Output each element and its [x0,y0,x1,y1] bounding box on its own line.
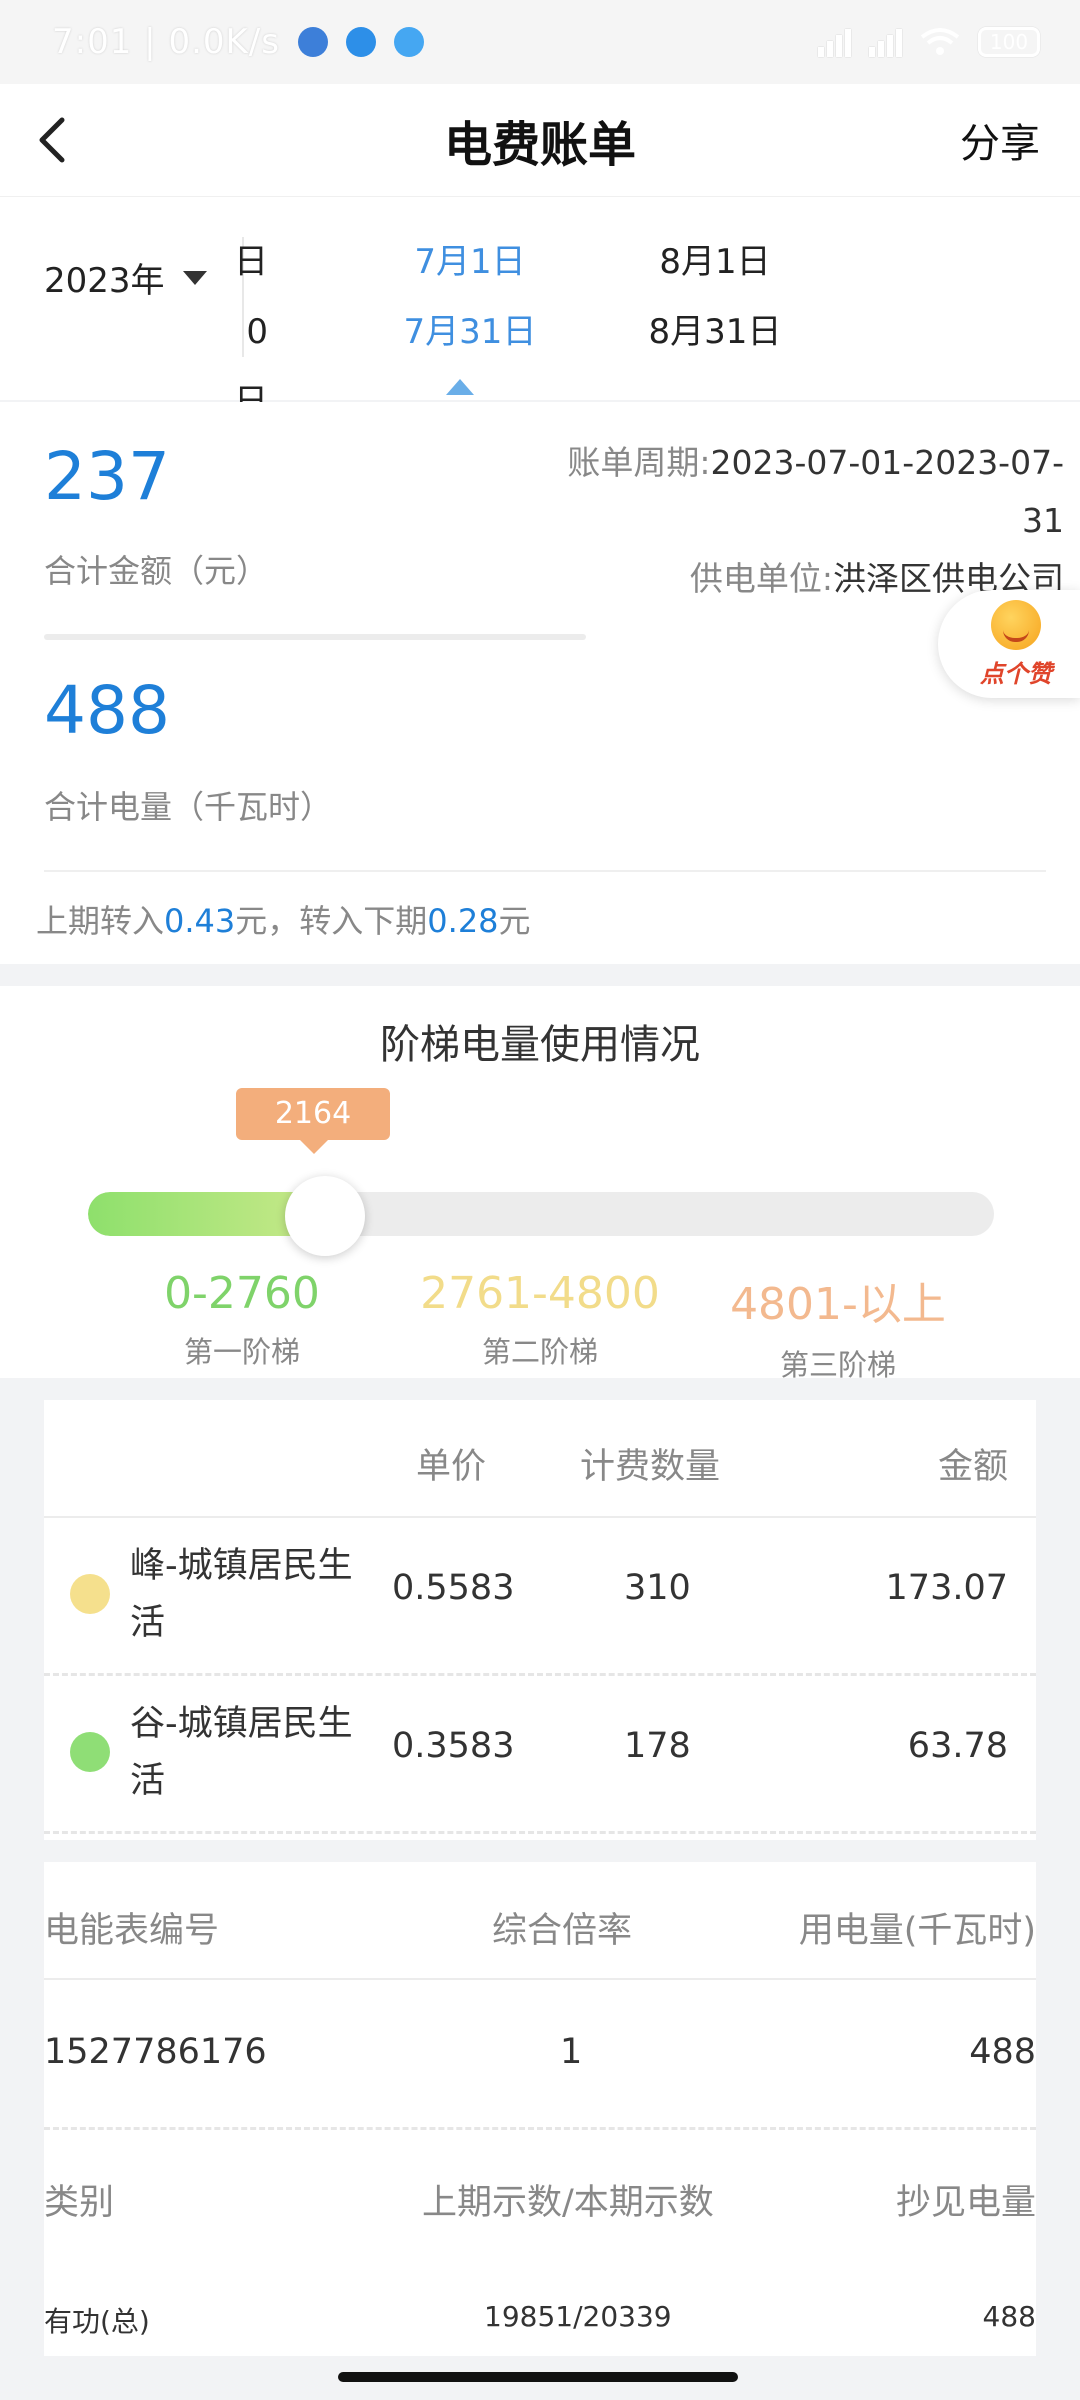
page-title: 电费账单 [443,117,636,173]
price-header: 单价 [416,1447,487,1487]
home-indicator[interactable] [338,2372,738,2382]
valley-dot-icon [70,1732,110,1772]
rate-price: 0.3583 [392,1726,515,1766]
rate-qty: 310 [624,1568,691,1608]
reading-header: 类别 上期示数/本期示数 抄见电量 [44,2130,1036,2254]
tier-usage-section: 阶梯电量使用情况 2164 0-2760 第一阶梯 2761-4800 第二阶梯… [0,986,1080,1382]
tier-2: 2761-4800 第二阶梯 [390,1268,690,1371]
dropdown-arrow-icon [182,270,207,285]
selected-indicator-icon [446,379,474,395]
app-header: 电费账单 分享 [0,84,1080,196]
rates-header: 单价 计费数量 金额 [44,1400,1036,1518]
table-row: 有功(总) 19851/20339 488 [44,2254,1036,2354]
reading: 19851/20339 [484,2300,672,2333]
tier-2-name: 第二阶梯 [481,1335,598,1369]
total-energy: 488 [44,672,170,749]
qty-header: 计费数量 [580,1447,721,1487]
total-amount: 237 [44,438,170,515]
app-browser-icon [393,27,424,57]
smile-icon [991,599,1041,650]
total-energy-label: 合计电量（千瓦时） [44,788,333,826]
tier-2-range: 2761-4800 [420,1268,660,1319]
share-button[interactable]: 分享 [960,111,1040,169]
tier-1: 0-2760 第一阶梯 [92,1268,392,1371]
category: 有功(总) [44,2305,150,2338]
current-usage-tooltip: 2164 [236,1088,390,1154]
rates-table: 单价 计费数量 金额 峰-城镇居民生活 0.5583 310 173.07 谷-… [44,1400,1036,1840]
peak-dot-icon [70,1574,110,1614]
read-usage-header: 抄见电量 [895,2183,1036,2223]
rate-price: 0.5583 [392,1568,515,1608]
table-row: 峰-城镇居民生活 0.5583 310 173.07 [44,1518,1036,1676]
tier-3: 4801-以上 第三阶梯 [688,1268,988,1384]
tier-progress-knob [284,1176,365,1256]
like-button[interactable]: 点个赞 [938,590,1080,698]
category-header: 类别 [44,2183,115,2223]
app-shield-icon [297,27,328,57]
rate-name: 谷-城镇居民生活 [130,1704,353,1801]
tier-3-range: 4801-以上 [730,1279,946,1330]
year-dropdown[interactable]: 2023年 [44,253,207,302]
bill-info: 账单周期:2023-07-01-2023-07-31 供电单位:洪泽区供电公司 [544,434,1064,608]
like-label: 点个赞 [980,659,1052,688]
rate-amount: 63.78 [907,1726,1008,1766]
carry-over: 上期转入0.43元，转入下期0.28元 [36,902,531,940]
rate-name: 峰-城镇居民生活 [130,1546,353,1643]
multiplier-header: 综合倍率 [492,1911,633,1951]
table-row: 谷-城镇居民生活 0.3583 178 63.78 [44,1676,1036,1834]
status-app-icons [297,27,424,57]
meter-header: 电能表编号 综合倍率 用电量(千瓦时) [44,1862,1036,1980]
meter-no: 1527786176 [44,2032,267,2072]
summary-divider [44,634,586,640]
battery-icon: 100 [978,27,1040,57]
usage: 488 [969,2032,1036,2072]
rate-qty: 178 [624,1726,691,1766]
bill-period: 账单周期:2023-07-01-2023-07-31 [567,443,1064,540]
meter-table: 电能表编号 综合倍率 用电量(千瓦时) 1527786176 1 488 类别 … [44,1862,1036,2356]
divider [44,870,1046,872]
signal-icon [818,27,851,57]
month-item-august[interactable]: 8月1日 8月31日 [620,227,810,367]
wifi-icon [920,28,960,55]
multiplier: 1 [560,2032,583,2072]
total-amount-label: 合计金额（元） [44,552,269,590]
amount-header: 金额 [937,1447,1008,1487]
tier-1-name: 第一阶梯 [183,1335,300,1369]
bill-summary: 237 合计金额（元） 488 合计电量（千瓦时） 账单周期:2023-07-0… [0,402,1080,964]
usage-header: 用电量(千瓦时) [798,1911,1036,1951]
year-label: 2023年 [44,261,165,301]
tier-title: 阶梯电量使用情况 [380,1022,700,1068]
status-bar: 7:01 | 0.0K/s 100 [0,0,1080,84]
reading-header-label: 上期示数/本期示数 [422,2183,714,2223]
app-pay-icon [345,27,376,57]
date-selector: 2023年 日 0日 7月1日 7月31日 8月1日 8月31日 [0,196,1080,422]
status-time: 7:01 | 0.0K/s [52,22,280,62]
read-usage: 488 [982,2300,1036,2333]
tier-progress-track [88,1192,994,1236]
tier-3-name: 第三阶梯 [779,1348,896,1382]
rate-amount: 173.07 [885,1568,1008,1608]
month-item-july[interactable]: 7月1日 7月31日 [380,227,560,367]
table-row: 1527786176 1 488 [44,1980,1036,2130]
back-arrow-icon[interactable] [26,112,82,168]
tier-1-range: 0-2760 [164,1268,320,1319]
meter-no-header: 电能表编号 [44,1911,220,1951]
signal-2-icon [869,27,902,57]
